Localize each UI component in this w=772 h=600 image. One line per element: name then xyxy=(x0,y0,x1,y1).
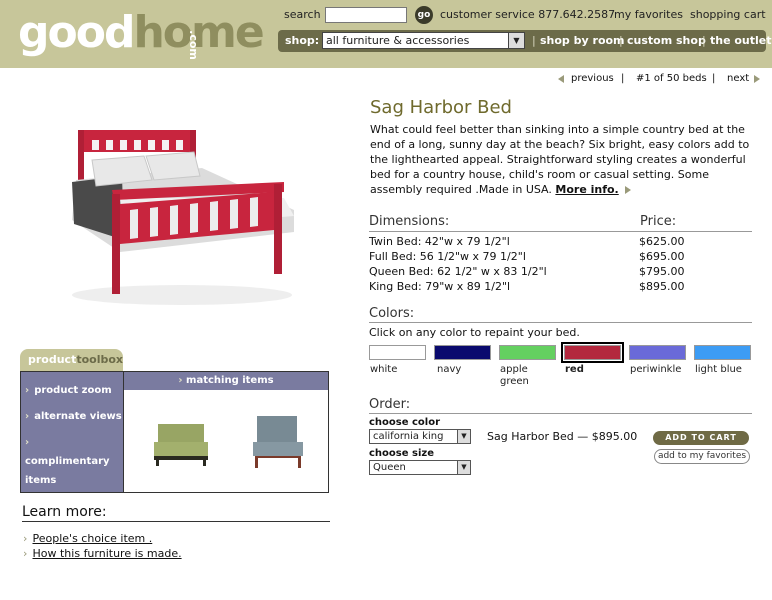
swatch-light-blue[interactable] xyxy=(694,345,751,360)
dimension-row: Twin Bed: 42"w x 79 1/2"l xyxy=(369,235,510,248)
swatch-label-light-blue[interactable]: light blue xyxy=(695,364,742,376)
product-description: What could feel better than sinking into… xyxy=(370,122,755,197)
previous-arrow-icon[interactable] xyxy=(558,75,564,83)
choose-color-label: choose color xyxy=(369,417,441,428)
learn-more-item[interactable]: › How this furniture is made. xyxy=(23,542,182,561)
tab-product-text: product xyxy=(28,353,77,366)
choose-size-select[interactable]: Queen ▼ xyxy=(369,460,471,475)
swatch-apple-green[interactable] xyxy=(499,345,556,360)
shop-label: shop: xyxy=(285,34,320,47)
go-button[interactable]: go xyxy=(415,6,433,24)
next-arrow-icon[interactable] xyxy=(754,75,760,83)
add-to-cart-button[interactable]: ADD TO CART xyxy=(653,431,749,445)
choose-color-select[interactable]: california king ▼ xyxy=(369,429,471,444)
toolbox-item-product-zoom[interactable]: › product zoom xyxy=(25,378,112,397)
choose-size-value: Queen xyxy=(373,462,406,473)
shop-category-select[interactable]: all furniture & accessories ▼ xyxy=(322,32,525,49)
nav-divider: | xyxy=(702,34,706,47)
toolbox-item-label: alternate views xyxy=(34,411,122,422)
swatch-label-apple-green[interactable]: apple green xyxy=(500,364,540,388)
add-to-favorites-button[interactable]: add to my favorites xyxy=(654,449,750,464)
chevron-down-icon: ▼ xyxy=(457,430,470,443)
pager-position: #1 of 50 beds xyxy=(636,73,707,84)
nav-the-outlet[interactable]: the outlet xyxy=(710,34,772,47)
more-info-link[interactable]: More info. xyxy=(555,183,618,196)
shopping-cart-link[interactable]: shopping cart xyxy=(690,8,766,21)
swatch-label-red[interactable]: red xyxy=(565,364,584,376)
matching-items-heading: › matching items xyxy=(124,372,328,390)
swatch-navy[interactable] xyxy=(434,345,491,360)
product-title: Sag Harbor Bed xyxy=(370,97,512,118)
arrow-icon: › xyxy=(23,547,28,560)
swatch-label-periwinkle[interactable]: periwinkle xyxy=(630,364,681,376)
chevron-down-icon: ▼ xyxy=(508,33,524,48)
logo-good: good xyxy=(18,7,135,58)
logo-com: .com xyxy=(186,30,200,60)
nav-divider: | xyxy=(532,34,536,47)
arrow-icon: › xyxy=(25,411,30,422)
learn-more-heading: Learn more: xyxy=(22,504,107,520)
matching-items-label: matching items xyxy=(186,375,274,386)
search-input[interactable] xyxy=(325,7,407,23)
price-cell: $625.00 xyxy=(639,235,685,248)
toolbox-item-complimentary[interactable]: › complimentary items xyxy=(25,430,117,487)
toolbox-item-alternate-views[interactable]: › alternate views xyxy=(25,404,122,423)
colors-instruction: Click on any color to repaint your bed. xyxy=(369,326,580,339)
order-summary: Sag Harbor Bed — $895.00 xyxy=(487,430,638,443)
price-cell: $795.00 xyxy=(639,265,685,278)
divider xyxy=(369,322,752,323)
swatch-periwinkle[interactable] xyxy=(629,345,686,360)
dimensions-heading: Dimensions: xyxy=(369,214,450,229)
matching-item-blue-chair[interactable] xyxy=(249,414,309,474)
more-info-arrow-icon[interactable] xyxy=(625,186,632,194)
nav-shop-by-room[interactable]: shop by room xyxy=(540,34,625,47)
divider xyxy=(369,413,752,414)
dimension-row: King Bed: 79"w x 89 1/2"l xyxy=(369,280,511,293)
order-heading: Order: xyxy=(369,397,411,412)
toolbox-menu: › product zoom › alternate views › compl… xyxy=(20,371,124,493)
divider xyxy=(369,231,752,232)
matching-items-panel: › matching items xyxy=(123,371,329,493)
nav-custom-shop[interactable]: custom shop xyxy=(627,34,706,47)
dimension-row: Queen Bed: 62 1/2" w x 83 1/2"l xyxy=(369,265,547,278)
my-favorites-link[interactable]: my favorites xyxy=(614,8,683,21)
arrow-icon: › xyxy=(25,385,30,396)
customer-service-text: customer service 877.642.2587 xyxy=(440,8,616,21)
choose-size-label: choose size xyxy=(369,448,434,459)
swatch-label-navy[interactable]: navy xyxy=(437,364,461,376)
next-link[interactable]: next xyxy=(727,73,749,84)
arrow-icon: › xyxy=(178,375,183,386)
product-toolbox-tab: producttoolbox xyxy=(20,349,123,371)
how-furniture-made-link[interactable]: How this furniture is made. xyxy=(33,547,182,560)
product-image[interactable] xyxy=(62,120,302,310)
search-label: search xyxy=(284,8,321,21)
swatch-white[interactable] xyxy=(369,345,426,360)
colors-heading: Colors: xyxy=(369,306,415,321)
chevron-down-icon: ▼ xyxy=(457,461,470,474)
arrow-icon: › xyxy=(25,437,30,448)
price-heading: Price: xyxy=(640,214,677,229)
toolbox-item-label: complimentary items xyxy=(25,456,110,486)
price-cell: $895.00 xyxy=(639,280,685,293)
matching-item-green-chair[interactable] xyxy=(152,420,210,472)
swatch-label-white[interactable]: white xyxy=(370,364,397,376)
dimension-row: Full Bed: 56 1/2"w x 79 1/2"l xyxy=(369,250,526,263)
goodhome-logo[interactable]: goodhome .com xyxy=(18,7,265,60)
pager-divider: | xyxy=(621,73,625,84)
swatch-red[interactable] xyxy=(561,342,624,363)
previous-link[interactable]: previous xyxy=(571,73,614,84)
tab-toolbox-text: toolbox xyxy=(76,353,124,366)
nav-divider: | xyxy=(619,34,623,47)
toolbox-item-label: product zoom xyxy=(34,385,112,396)
price-cell: $695.00 xyxy=(639,250,685,263)
divider xyxy=(22,521,330,522)
shop-select-value: all furniture & accessories xyxy=(326,34,470,47)
pager-divider: | xyxy=(712,73,716,84)
choose-color-value: california king xyxy=(373,431,444,442)
